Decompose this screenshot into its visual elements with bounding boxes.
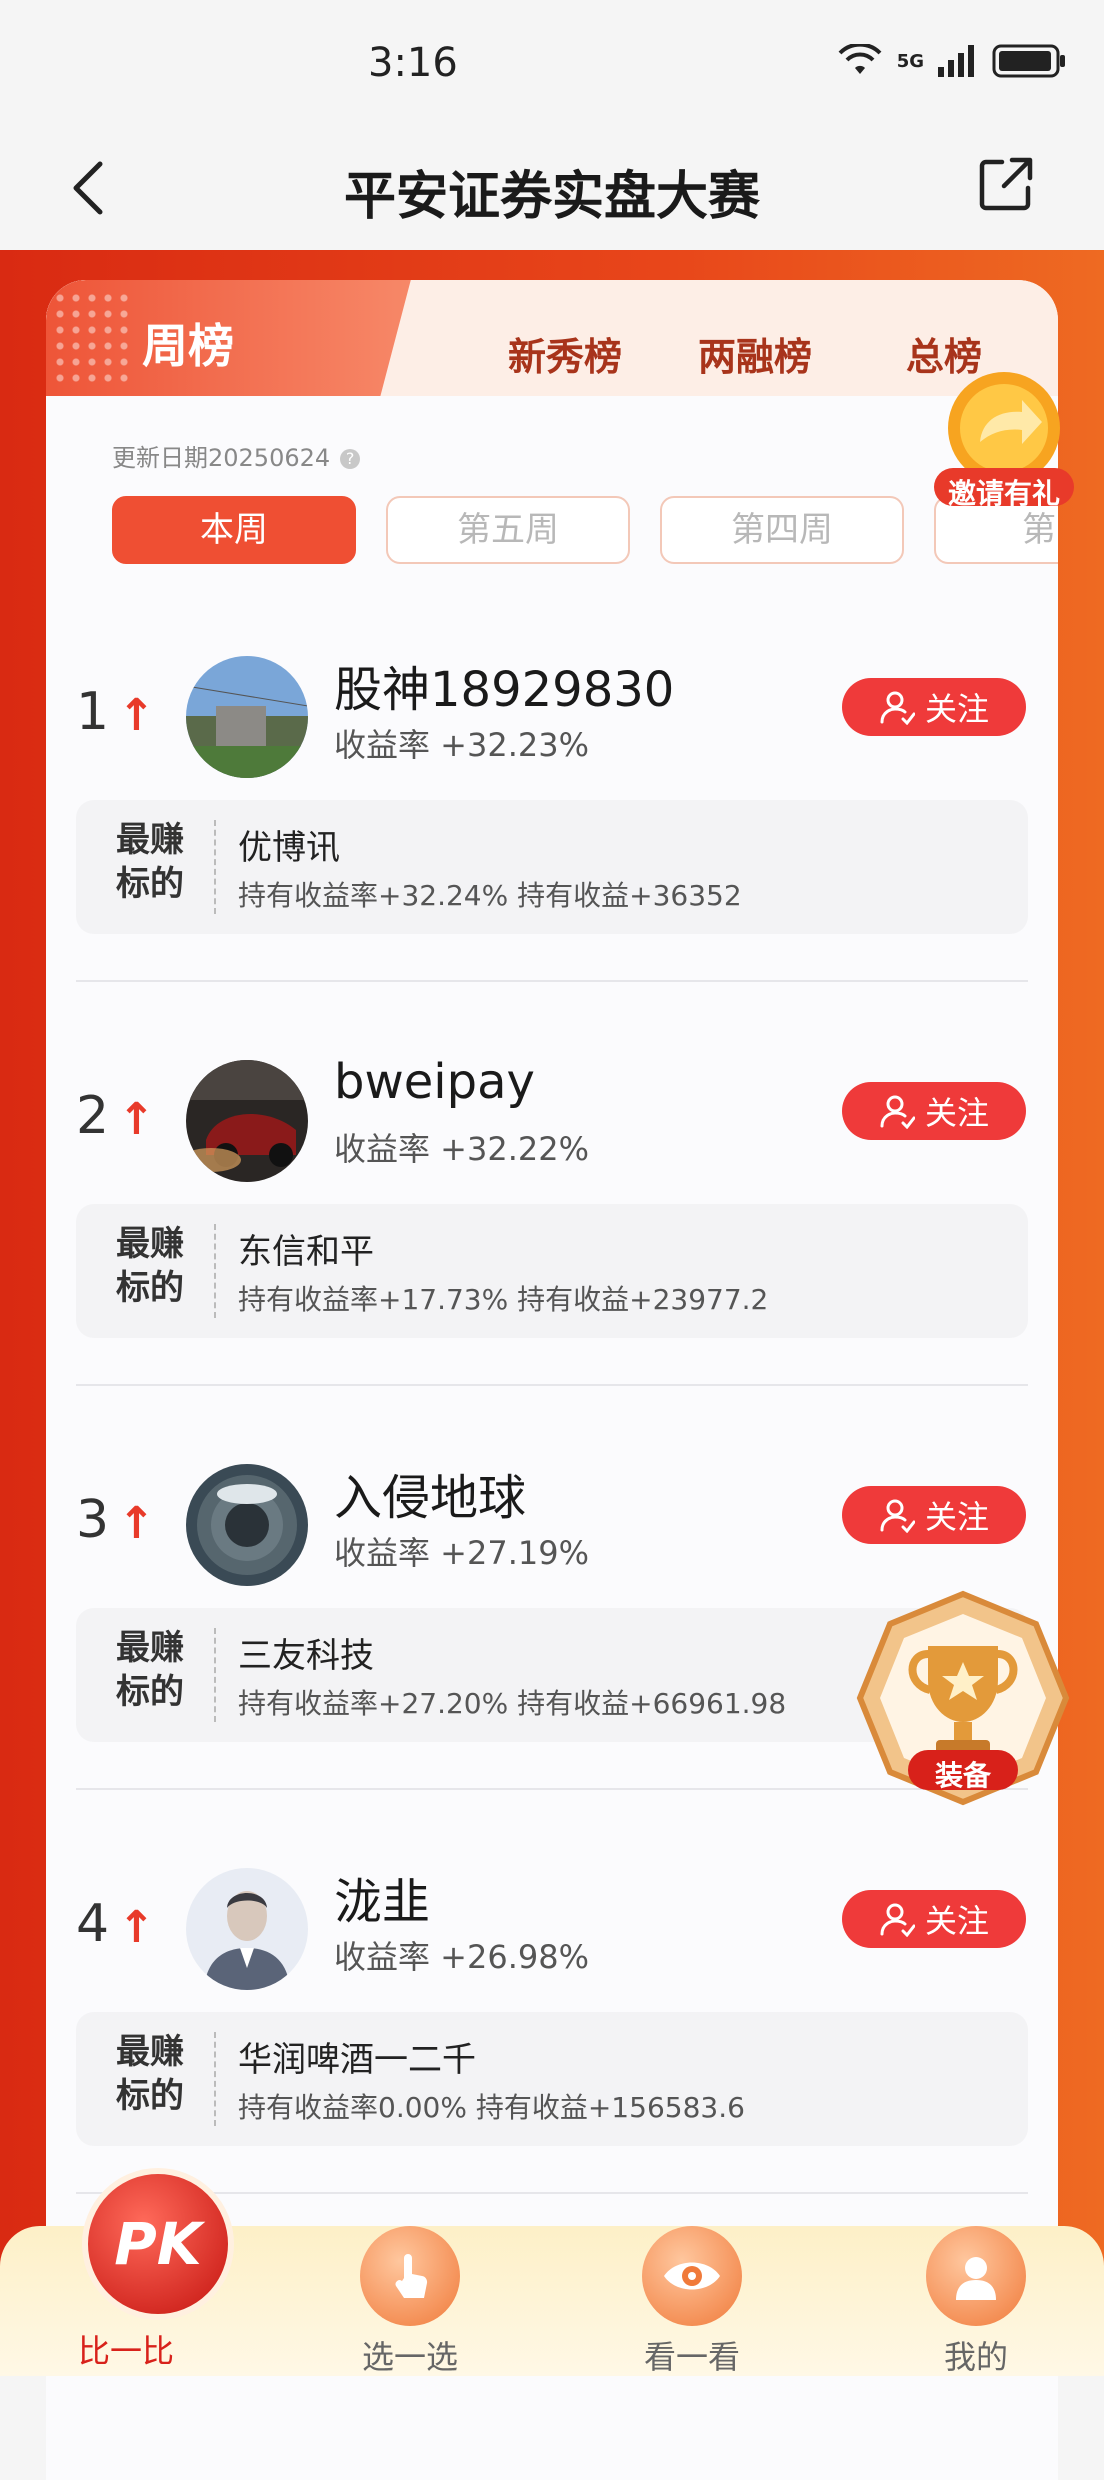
best-stock-panel[interactable]: 最赚标的 东信和平 持有收益率+17.73% 持有收益+23977.2 (76, 1204, 1028, 1338)
follow-label: 关注 (924, 1902, 989, 1940)
tab-rookie[interactable]: 新秀榜 (508, 326, 622, 381)
nav-compare[interactable]: PK 比一比 (26, 2168, 234, 2372)
rank-up-icon: ↑ (118, 1094, 155, 1145)
follow-button[interactable]: 关注 (842, 1486, 1026, 1544)
stock-detail: 持有收益率+17.73% 持有收益+23977.2 (238, 1283, 769, 1316)
stock-name: 优博讯 (238, 828, 340, 868)
follow-button[interactable]: 关注 (842, 1082, 1026, 1140)
user-icon (926, 2226, 1026, 2326)
follow-label: 关注 (924, 1094, 989, 1132)
equipment-trophy-badge[interactable]: 装备 (850, 1588, 1076, 1814)
return-rate: 收益率 +32.23% (334, 726, 590, 764)
stock-detail: 持有收益率+27.20% 持有收益+66961.98 (238, 1687, 787, 1720)
stock-name: 华润啤酒一二千 (238, 2040, 476, 2080)
user-name: 泷韭 (334, 1874, 431, 1930)
rank-number: 2 (76, 1086, 110, 1146)
nav-bar: 平安证券实盘大赛 (0, 130, 1104, 250)
leaderboard-stage: 周榜 新秀榜 两融榜 总榜 更新日期20250624? 本周 第五周 第四周 第… (0, 250, 1104, 2480)
stock-name: 东信和平 (238, 1232, 374, 1272)
tab-margin[interactable]: 两融榜 (698, 326, 812, 381)
best-stock-label: 最赚标的 (116, 820, 184, 904)
return-rate: 收益率 +27.19% (334, 1534, 590, 1572)
wifi-icon (838, 44, 882, 74)
nav-watch-label: 看一看 (643, 2338, 740, 2376)
add-user-icon (880, 1095, 915, 1129)
best-stock-panel[interactable]: 最赚标的 华润啤酒一二千 持有收益率0.00% 持有收益+156583.6 (76, 2012, 1028, 2146)
best-stock-label: 最赚标的 (116, 2032, 184, 2116)
row-divider (76, 1384, 1028, 1386)
pk-icon: PK (82, 2168, 234, 2320)
invite-badge[interactable]: 邀请有礼 (930, 360, 1078, 510)
avatar[interactable] (186, 656, 308, 778)
tap-hand-icon (360, 2226, 460, 2326)
return-rate: 收益率 +26.98% (334, 1938, 590, 1976)
stock-detail: 持有收益率0.00% 持有收益+156583.6 (238, 2091, 745, 2124)
help-icon[interactable]: ? (340, 449, 361, 469)
follow-button[interactable]: 关注 (842, 1890, 1026, 1948)
status-time: 3:16 (368, 40, 458, 86)
rank-number: 4 (76, 1894, 110, 1954)
signal-icon (938, 45, 974, 77)
week-5[interactable]: 第五周 (386, 496, 630, 564)
network-label: 5G (896, 50, 924, 72)
ranking-row: 4 ↑ 泷韭 收益率 +26.98% 关注 最赚标的 华润啤酒一二千 持有收益率… (46, 1832, 1058, 2234)
battery-icon (992, 44, 1065, 78)
leaderboard-card: 周榜 新秀榜 两融榜 总榜 更新日期20250624? 本周 第五周 第四周 第… (46, 280, 1058, 2480)
add-user-icon (880, 691, 915, 725)
update-date: 更新日期20250624? (112, 438, 361, 473)
nav-watch[interactable]: 看一看 (592, 2226, 792, 2378)
return-rate: 收益率 +32.22% (334, 1130, 590, 1168)
nav-select-label: 选一选 (361, 2338, 458, 2376)
eye-icon (642, 2226, 742, 2326)
best-stock-label: 最赚标的 (116, 1628, 184, 1712)
week-4[interactable]: 第四周 (660, 496, 904, 564)
tab-weekly-label: 周榜 (142, 319, 234, 373)
user-name: 股神18929830 (334, 662, 675, 718)
divider (214, 820, 216, 914)
best-stock-label: 最赚标的 (116, 1224, 184, 1308)
rank-up-icon: ↑ (118, 1498, 155, 1549)
avatar[interactable] (186, 1868, 308, 1990)
avatar[interactable] (186, 1060, 308, 1182)
stock-name: 三友科技 (238, 1636, 374, 1676)
rank-up-icon: ↑ (118, 1902, 155, 1953)
follow-label: 关注 (924, 1498, 989, 1536)
trophy-label: 装备 (934, 1759, 991, 1792)
rank-number: 3 (76, 1490, 110, 1550)
divider (214, 1628, 216, 1722)
status-bar: 3:16 5G (0, 0, 1104, 130)
user-name: bweipay (334, 1054, 535, 1110)
row-divider (76, 2192, 1028, 2194)
week-selector: 本周 第五周 第四周 第三 (112, 496, 1058, 564)
rank-number: 1 (76, 682, 110, 742)
nav-compare-label: 比一比 (77, 2332, 174, 2370)
user-name: 入侵地球 (334, 1470, 527, 1526)
row-divider (76, 980, 1028, 982)
divider (214, 1224, 216, 1318)
follow-button[interactable]: 关注 (842, 678, 1026, 736)
add-user-icon (880, 1903, 915, 1937)
page-title: 平安证券实盘大赛 (343, 167, 760, 227)
ranking-row: 2 ↑ bweipay 收益率 +32.22% 关注 最赚标的 东信和平 持有收… (46, 1024, 1058, 1426)
follow-label: 关注 (924, 690, 989, 728)
status-icons: 5G (837, 44, 1066, 78)
ranking-row: 1 ↑ 股神18929830 收益率 +32.23% 关注 最赚标的 优博讯 持… (46, 620, 1058, 1022)
add-user-icon (880, 1499, 915, 1533)
avatar[interactable] (186, 1464, 308, 1586)
share-icon[interactable] (978, 156, 1034, 212)
week-current[interactable]: 本周 (112, 496, 356, 564)
tab-weekly[interactable]: 周榜 (46, 280, 411, 396)
bottom-nav: PK 比一比 选一选 看一看 我的 (0, 2168, 1104, 2378)
update-date-text: 更新日期20250624 (112, 444, 331, 472)
nav-mine-label: 我的 (943, 2338, 1008, 2376)
nav-mine[interactable]: 我的 (876, 2226, 1076, 2378)
dot-pattern (52, 290, 132, 390)
stock-detail: 持有收益率+32.24% 持有收益+36352 (238, 879, 742, 912)
nav-select[interactable]: 选一选 (310, 2226, 510, 2378)
rank-up-icon: ↑ (118, 690, 155, 741)
divider (214, 2032, 216, 2126)
best-stock-panel[interactable]: 最赚标的 优博讯 持有收益率+32.24% 持有收益+36352 (76, 800, 1028, 934)
invite-label: 邀请有礼 (947, 477, 1060, 510)
